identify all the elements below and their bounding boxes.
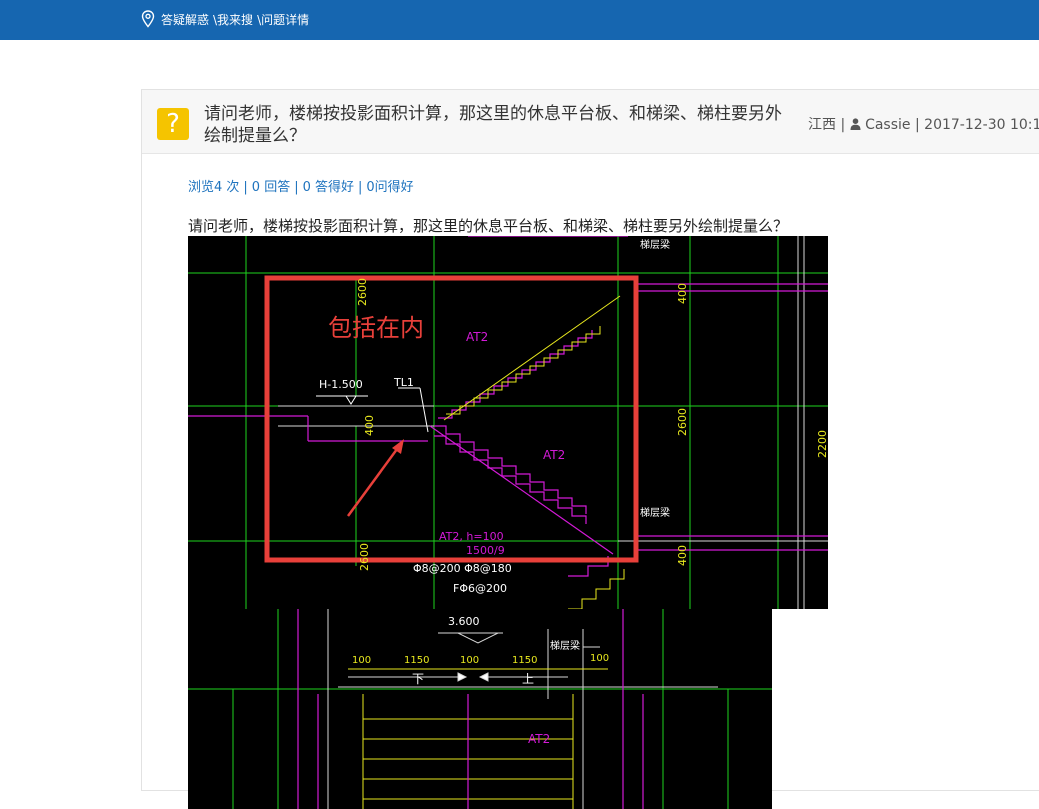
cad-label-down: 下 bbox=[412, 672, 424, 686]
breadcrumb-item-search[interactable]: \我来搜 bbox=[213, 11, 253, 28]
question-title: 请问老师，楼梯按投影面积计算，那这里的休息平台板、和梯梁、梯柱要另外绘制提量么？ bbox=[204, 104, 782, 146]
question-card: ? 请问老师，楼梯按投影面积计算，那这里的休息平台板、和梯梁、梯柱要另外绘制提量… bbox=[141, 89, 1039, 809]
cad-dim-400-c: 400 bbox=[676, 545, 689, 566]
cad-label-span: 1500/9 bbox=[466, 544, 505, 557]
cad-label-floor-beam-2: 梯层梁 bbox=[640, 506, 670, 519]
question-mark-icon: ? bbox=[157, 108, 189, 140]
meta-separator: | bbox=[914, 117, 925, 133]
cad-label-at2-h: AT2, h=100 bbox=[439, 530, 504, 543]
cad-dim-2600-c: 2600 bbox=[676, 408, 689, 436]
breadcrumb-item-answers[interactable]: 答疑解惑 bbox=[161, 11, 209, 28]
cad-label-rebar2: FΦ6@200 bbox=[453, 582, 507, 595]
cad-drawing-image: 包括在内 AT2 AT2 AT2, h=100 1500/9 Φ8@200 Φ8… bbox=[188, 236, 828, 609]
cad-dim-1150-a: 1150 bbox=[404, 655, 429, 666]
cad-label-tl1: TL1 bbox=[393, 376, 414, 389]
good-questions-count[interactable]: 0问得好 bbox=[366, 180, 413, 195]
cad-label-rebar1: Φ8@200 Φ8@180 bbox=[413, 562, 512, 575]
question-meta: 江西 | Cassie | 2017-12-30 10:19:1 bbox=[808, 114, 1039, 134]
cad-label-h-level: H-1.500 bbox=[319, 378, 363, 391]
cad-label-at2-top: AT2 bbox=[466, 330, 488, 344]
cad-dim-1150-b: 1150 bbox=[512, 655, 537, 666]
cad-label-at2-bottom: AT2 bbox=[528, 732, 550, 746]
question-body: 请问老师，楼梯按投影面积计算，那这里的休息平台板、和梯梁、梯柱要另外绘制提量么？ bbox=[188, 217, 789, 235]
question-header: ? 请问老师，楼梯按投影面积计算，那这里的休息平台板、和梯梁、梯柱要另外绘制提量… bbox=[142, 90, 1039, 154]
cad-dim-100-b: 100 bbox=[460, 655, 479, 666]
cad-label-at2-mid: AT2 bbox=[543, 448, 565, 462]
question-stats: 浏览4 次 | 0 回答 | 0 答得好 | 0问得好 bbox=[188, 176, 414, 195]
cad-dim-400-b: 400 bbox=[676, 283, 689, 304]
author-name[interactable]: Cassie bbox=[865, 117, 910, 133]
stats-separator: | bbox=[294, 180, 299, 195]
breadcrumb: 答疑解惑 \我来搜 \问题详情 bbox=[141, 10, 309, 28]
answers-count[interactable]: 0 回答 bbox=[252, 180, 290, 195]
cad-level-3600: 3.600 bbox=[448, 615, 480, 628]
views-count: 浏览4 次 bbox=[188, 180, 240, 195]
cad-label-up: 上 bbox=[522, 672, 534, 686]
post-datetime: 2017-12-30 10:19:1 bbox=[924, 117, 1039, 133]
good-answers-count[interactable]: 0 答得好 bbox=[303, 180, 354, 195]
cad-label-floor-beam-1: 梯层梁 bbox=[640, 238, 670, 251]
cad-dim-100-c: 100 bbox=[590, 653, 609, 664]
cad-dim-2200: 2200 bbox=[816, 430, 828, 458]
cad-label-floor-beam-3: 梯层梁 bbox=[550, 639, 580, 652]
breadcrumb-item-detail[interactable]: \问题详情 bbox=[257, 11, 309, 28]
stats-separator: | bbox=[358, 180, 363, 195]
cad-dim-2600-b: 2600 bbox=[358, 543, 371, 571]
cad-annotation-text: 包括在内 bbox=[328, 314, 424, 342]
cad-dim-400-a: 400 bbox=[363, 415, 376, 436]
cad-dim-2600-a: 2600 bbox=[356, 278, 369, 306]
stats-separator: | bbox=[243, 180, 248, 195]
cad-dim-100-a: 100 bbox=[352, 655, 371, 666]
region-label: 江西 bbox=[808, 117, 836, 133]
cad-drawing-image-2: 3.600 梯层梁 100 1150 100 1150 100 下 上 AT2 bbox=[188, 609, 772, 809]
top-nav-bar: 答疑解惑 \我来搜 \问题详情 bbox=[0, 0, 1039, 40]
meta-separator: | bbox=[840, 117, 850, 133]
user-icon bbox=[850, 118, 861, 130]
location-pin-icon bbox=[141, 10, 155, 28]
